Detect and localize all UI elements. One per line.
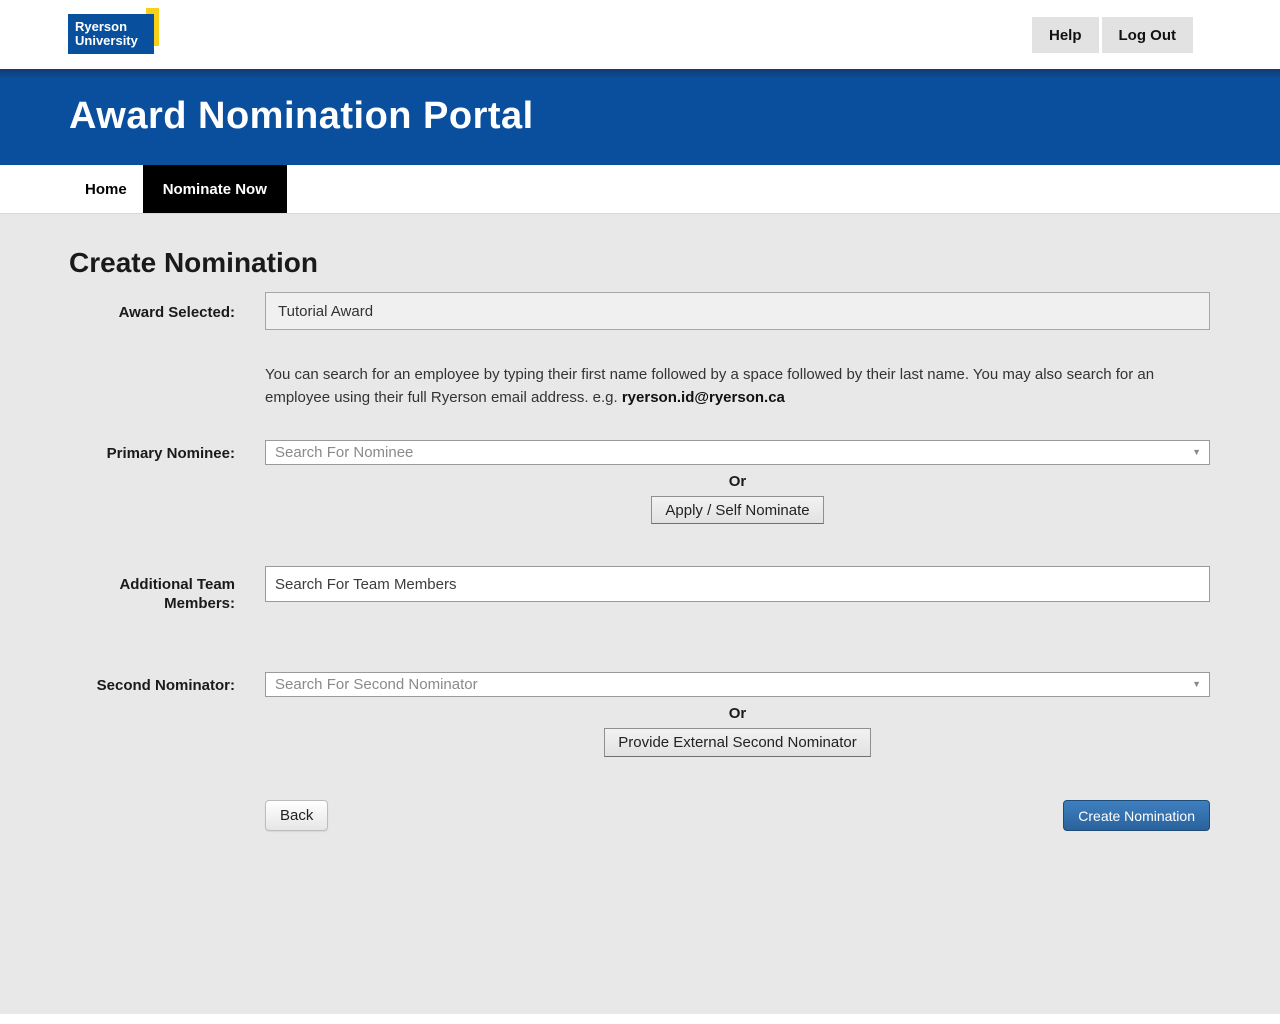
second-nominator-label: Second Nominator: <box>69 672 235 757</box>
back-button[interactable]: Back <box>265 800 328 831</box>
logo-line2: University <box>75 34 154 48</box>
second-nominator-row: Second Nominator: ▼ Or Provide External … <box>69 672 1210 757</box>
banner: Award Nomination Portal <box>0 69 1280 165</box>
help-button[interactable]: Help <box>1032 17 1099 53</box>
search-instructions: You can search for an employee by typing… <box>265 363 1205 409</box>
primary-nominee-search-input[interactable] <box>265 440 1210 465</box>
team-members-label: Additional Team Members: <box>69 566 235 613</box>
top-bar: Ryerson University Help Log Out <box>0 0 1280 69</box>
primary-or-separator: Or <box>265 473 1210 490</box>
team-members-row: Additional Team Members: <box>69 566 1210 613</box>
team-members-search-input[interactable] <box>265 566 1210 602</box>
award-selected-row: Award Selected: <box>69 292 1210 330</box>
ryerson-logo: Ryerson University <box>68 8 160 55</box>
logout-button[interactable]: Log Out <box>1102 17 1193 53</box>
logo-line1: Ryerson <box>75 20 154 34</box>
second-nominator-search-input[interactable] <box>265 672 1210 697</box>
apply-self-nominate-button[interactable]: Apply / Self Nominate <box>651 496 823 524</box>
portal-title: Award Nomination Portal <box>69 95 1280 138</box>
provide-external-second-nominator-button[interactable]: Provide External Second Nominator <box>604 728 870 757</box>
logo-wordmark: Ryerson University <box>68 14 154 54</box>
nav-item-nominate-now[interactable]: Nominate Now <box>143 165 287 213</box>
primary-nominee-label: Primary Nominee: <box>69 440 235 524</box>
create-nomination-button[interactable]: Create Nomination <box>1063 800 1210 831</box>
page-title: Create Nomination <box>69 246 1210 280</box>
nav-item-home[interactable]: Home <box>69 165 143 213</box>
example-email: ryerson.id@ryerson.ca <box>622 389 785 406</box>
award-selected-field[interactable] <box>265 292 1210 330</box>
create-nomination-page: Create Nomination Award Selected: You ca… <box>0 214 1280 1014</box>
second-or-separator: Or <box>265 705 1210 722</box>
form-actions: Back Create Nomination <box>265 800 1210 831</box>
primary-nominee-row: Primary Nominee: ▼ Or Apply / Self Nomin… <box>69 440 1210 524</box>
top-actions: Help Log Out <box>1032 17 1193 53</box>
award-selected-label: Award Selected: <box>69 292 235 330</box>
main-nav: Home Nominate Now <box>0 165 1280 214</box>
